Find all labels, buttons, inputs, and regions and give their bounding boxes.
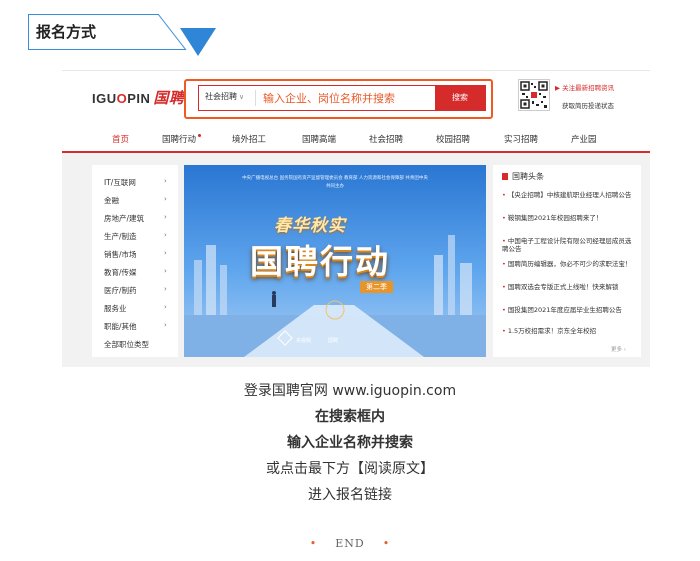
news-item[interactable]: • 国聘简历编辑器，你必不可少的求职法宝！: [502, 260, 632, 268]
news-item[interactable]: • 1.5万校招需求！京东全年校招: [502, 327, 632, 337]
category-item[interactable]: 医疗/制药: [104, 285, 137, 296]
chevron-right-icon: ›: [164, 195, 167, 203]
category-item[interactable]: 金融: [104, 195, 119, 206]
nav-item-intern[interactable]: 实习招聘: [504, 133, 538, 145]
chevron-right-icon: ›: [164, 213, 167, 221]
chevron-right-icon: ›: [164, 231, 167, 239]
news-item-text: 中国电子工程设计院有限公司经理层成员选聘公告: [502, 237, 632, 253]
news-more-link[interactable]: 更多 ›: [611, 345, 626, 353]
promo-banner[interactable]: 中央广播电视总台 国务院国有资产监督管理委员会 教育部 人力资源和社会保障部 共…: [184, 165, 486, 357]
category-item[interactable]: 教育/传媒: [104, 267, 137, 278]
nav-item-high-end[interactable]: 国聘高端: [302, 133, 336, 145]
news-item-text: 国投集团2021年度应届毕业生招聘公告: [507, 306, 622, 314]
news-item-text: 鞍钢集团2021年校园招聘来了！: [507, 214, 603, 222]
news-title-text: 国聘头条: [512, 172, 544, 181]
news-item-text: 【央企招聘】中核建航职业经理人招聘公告: [507, 191, 632, 199]
search-category-select[interactable]: 社会招聘 ∨: [205, 91, 244, 102]
end-text: END: [335, 537, 365, 550]
bullet-icon: •: [502, 283, 506, 291]
news-item[interactable]: • 中国电子工程设计院有限公司经理层成员选聘公告: [502, 237, 632, 253]
logo-text-part2: PIN: [127, 91, 151, 106]
banner-organizers: 中央广播电视总台 国务院国有资产监督管理委员会 教育部 人力资源和社会保障部 共…: [242, 176, 428, 181]
section-header: 报名方式: [28, 14, 216, 56]
website-screenshot: IGUOPIN国聘 社会招聘∨ 搜索 ▶ 关注最新招聘资讯 获取简历投递状态 首…: [62, 70, 650, 367]
category-item[interactable]: 职能/其他: [104, 321, 137, 332]
nav-item-industrial-park[interactable]: 产业园: [571, 133, 597, 145]
search-input[interactable]: [263, 88, 435, 108]
banner-organizers-note: 共同主办: [326, 184, 344, 189]
news-icon: [502, 173, 508, 180]
news-item[interactable]: • 【央企招聘】中核建航职业经理人招聘公告: [502, 191, 632, 199]
banner-subtitle: 春华秋实: [274, 216, 346, 236]
chevron-right-icon: ›: [164, 321, 167, 329]
news-panel: 国聘头条 • 【央企招聘】中核建航职业经理人招聘公告 • 鞍钢集团2021年校园招聘…: [493, 165, 641, 357]
instruction-line-1: 登录国聘官网 www.iguopin.com: [243, 383, 457, 399]
logo-text-part1: IGU: [92, 91, 117, 106]
section-header-triangle-icon: [180, 28, 216, 56]
bullet-icon: •: [502, 191, 506, 199]
chevron-right-icon: ›: [164, 249, 167, 257]
news-item[interactable]: • 国投集团2021年度应届毕业生招聘公告: [502, 306, 632, 314]
nav-item-social[interactable]: 社会招聘: [369, 133, 403, 145]
end-dot-left: •: [309, 537, 318, 550]
search-divider: [255, 90, 256, 106]
banner-season: 第二季: [360, 281, 393, 293]
instruction-line-5: 进入报名链接: [308, 487, 392, 503]
news-item-text: 国聘简历编辑器，你必不可少的求职法宝！: [507, 260, 632, 268]
bullet-icon: •: [502, 214, 506, 222]
category-item[interactable]: 房地产/建筑: [104, 213, 144, 224]
follow-link[interactable]: ▶ 关注最新招聘资讯: [555, 82, 614, 92]
chevron-right-icon: ›: [164, 303, 167, 311]
banner-brand-guopin: 国聘: [328, 338, 339, 344]
news-item-text: 1.5万校招需求！京东全年校招: [507, 327, 597, 335]
category-item[interactable]: 销售/市场: [104, 249, 137, 260]
category-item-all[interactable]: 全部职位类型: [104, 339, 149, 350]
chevron-right-icon: ›: [164, 285, 167, 293]
qr-code-icon: [518, 79, 550, 111]
news-panel-title: 国聘头条: [502, 171, 544, 182]
category-item[interactable]: 生产/制造: [104, 231, 137, 242]
end-dot-right: •: [382, 537, 391, 550]
bullet-icon: •: [502, 306, 506, 314]
search-button[interactable]: 搜索: [435, 86, 485, 110]
category-item[interactable]: IT/互联网: [104, 177, 136, 188]
nav-new-dot: [198, 134, 201, 137]
search-bar: 社会招聘∨ 搜索: [198, 85, 486, 111]
chevron-right-icon: ›: [164, 177, 167, 185]
logo-text-o: O: [116, 91, 128, 106]
nav-item-home[interactable]: 首页: [112, 133, 129, 145]
logo-text-cn: 国聘: [153, 89, 185, 107]
nav-item-campus[interactable]: 校园招聘: [436, 133, 470, 145]
instruction-line-2: 在搜索框内: [315, 409, 385, 425]
end-marker: • END •: [0, 537, 700, 550]
bullet-icon: •: [502, 327, 506, 335]
main-nav: 首页 国聘行动 境外招工 国聘高端 社会招聘 校园招聘 实习招聘 产业园: [62, 129, 650, 153]
banner-title: 国聘行动: [250, 242, 390, 281]
banner-brand-cctv: 央视频: [296, 338, 312, 344]
bullet-icon: •: [502, 260, 506, 268]
news-item-text: 国聘双选会专版正式上线啦！快来解锁: [507, 283, 619, 291]
nav-item-guopin-action[interactable]: 国聘行动: [162, 133, 196, 145]
category-panel: IT/互联网 › 金融 › 房地产/建筑 › 生产/制造 › 销售/市场 › 教育/传媒 ›…: [92, 165, 178, 357]
bullet-icon: •: [502, 237, 506, 245]
follow-subtext: 获取简历投递状态: [562, 102, 614, 110]
news-item[interactable]: • 国聘双选会专版正式上线啦！快来解锁: [502, 283, 632, 291]
category-item[interactable]: 服务业: [104, 303, 127, 314]
instruction-line-4: 或点击最下方【阅读原文】: [266, 461, 434, 477]
chevron-down-icon: ∨: [239, 93, 245, 101]
section-title: 报名方式: [36, 23, 97, 41]
instruction-line-3: 输入企业名称并搜索: [287, 435, 413, 451]
news-item[interactable]: • 鞍钢集团2021年校园招聘来了！: [502, 214, 632, 222]
search-category-label: 社会招聘: [205, 92, 237, 101]
chevron-right-icon: ›: [164, 267, 167, 275]
site-logo[interactable]: IGUOPIN 国聘: [92, 87, 184, 108]
nav-item-overseas[interactable]: 境外招工: [232, 133, 266, 145]
